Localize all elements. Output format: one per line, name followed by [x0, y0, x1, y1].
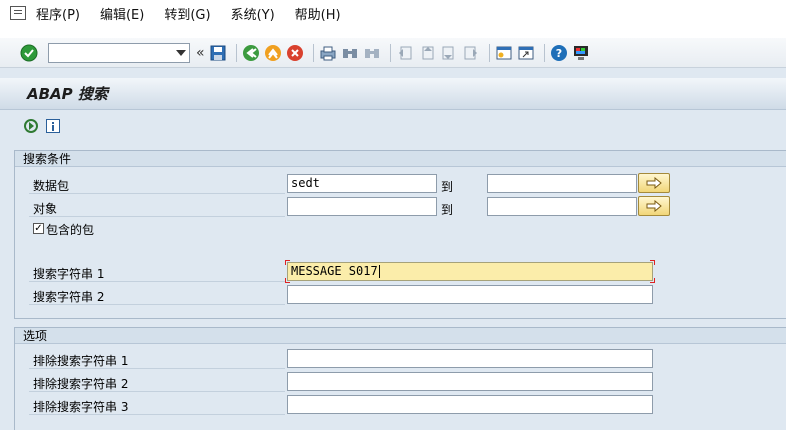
row-divider	[29, 193, 285, 194]
first-page-icon[interactable]	[396, 44, 414, 62]
toolbar-divider	[312, 43, 314, 62]
search-string-2-field[interactable]	[287, 285, 653, 304]
object-from-field[interactable]	[287, 197, 437, 216]
toolbar-divider	[389, 43, 391, 62]
print-icon[interactable]	[319, 44, 337, 62]
shortcut-icon[interactable]	[517, 44, 535, 62]
focus-corner	[650, 260, 655, 265]
exclude-string-2-field[interactable]	[287, 372, 653, 391]
search-string-1-value: MESSAGE S017	[291, 264, 378, 278]
new-session-icon[interactable]	[495, 44, 513, 62]
focus-corner	[285, 278, 290, 283]
include-subpackages-checkbox[interactable]: ✓	[33, 223, 44, 234]
cancel-icon[interactable]	[286, 44, 304, 62]
exit-icon[interactable]	[264, 44, 282, 62]
row-divider	[29, 391, 285, 392]
application-toolbar	[0, 112, 786, 140]
find-icon[interactable]	[341, 44, 359, 62]
collapse-chevron-icon[interactable]: «	[196, 45, 205, 61]
package-to-field[interactable]	[487, 174, 637, 193]
options-heading: 选项	[15, 328, 786, 344]
last-page-icon[interactable]	[462, 44, 480, 62]
exclude-string-1-field[interactable]	[287, 349, 653, 368]
find-next-icon[interactable]	[363, 44, 381, 62]
multiple-selection-button[interactable]	[638, 196, 670, 216]
search-string-2-label: 搜索字符串 2	[33, 290, 105, 304]
row-divider	[29, 304, 285, 305]
enter-icon[interactable]	[20, 44, 38, 62]
multiple-selection-button[interactable]	[638, 173, 670, 193]
toolbar-divider	[235, 43, 237, 62]
back-icon[interactable]	[242, 44, 260, 62]
text-cursor	[378, 265, 380, 278]
package-to-label: 到	[441, 180, 454, 194]
row-divider	[29, 216, 285, 217]
menu-help[interactable]: 帮助(H)	[295, 4, 341, 23]
arrow-right-icon	[646, 177, 662, 189]
object-to-label: 到	[441, 203, 454, 217]
focus-corner	[285, 260, 290, 265]
next-page-icon[interactable]	[440, 44, 458, 62]
search-criteria-heading: 搜索条件	[15, 151, 786, 167]
menu-program[interactable]: 程序(P)	[36, 4, 80, 23]
info-icon[interactable]	[44, 117, 62, 135]
svg-text:?: ?	[555, 47, 561, 60]
search-string-1-label: 搜索字符串 1	[33, 267, 105, 281]
object-to-field[interactable]	[487, 197, 637, 216]
row-divider	[29, 368, 285, 369]
exclude-string-1-label: 排除搜索字符串 1	[33, 354, 129, 368]
standard-toolbar: « ?	[0, 38, 786, 68]
object-label: 对象	[33, 202, 58, 216]
menu-bar: 程序(P) 编辑(E) 转到(G) 系统(Y) 帮助(H)	[0, 0, 786, 38]
focus-corner	[650, 278, 655, 283]
chevron-down-icon[interactable]	[176, 49, 186, 56]
exclude-string-2-label: 排除搜索字符串 2	[33, 377, 129, 391]
exclude-string-3-label: 排除搜索字符串 3	[33, 400, 129, 414]
exclude-string-3-field[interactable]	[287, 395, 653, 414]
toolbar-divider	[488, 43, 490, 62]
save-icon[interactable]	[209, 44, 227, 62]
help-icon[interactable]: ?	[550, 44, 568, 62]
row-divider	[29, 281, 285, 282]
menu-edit[interactable]: 编辑(E)	[100, 4, 144, 23]
execute-icon[interactable]	[22, 117, 40, 135]
screen-title-bar: ABAP 搜索	[0, 78, 786, 110]
options-group: 选项 排除搜索字符串 1 排除搜索字符串 2 排除搜索字符串 3	[14, 327, 786, 430]
menu-icon[interactable]	[10, 6, 26, 20]
page-title: ABAP 搜索	[27, 85, 108, 103]
menu-system[interactable]: 系统(Y)	[231, 4, 275, 23]
include-subpackages-label: 包含的包	[46, 223, 95, 237]
search-string-1-field[interactable]: MESSAGE S017	[287, 262, 653, 281]
row-divider	[29, 414, 285, 415]
package-label: 数据包	[33, 179, 70, 193]
menu-goto[interactable]: 转到(G)	[164, 4, 210, 23]
command-field[interactable]	[48, 42, 190, 63]
search-criteria-group: 搜索条件 数据包 sedt 到 对象 到 ✓ 包含的包 搜索字符串 1 MESS…	[14, 150, 786, 319]
toolbar-divider	[543, 43, 545, 62]
previous-page-icon[interactable]	[418, 44, 436, 62]
customize-layout-icon[interactable]	[572, 44, 590, 62]
arrow-right-icon	[646, 200, 662, 212]
package-from-field[interactable]: sedt	[287, 174, 437, 193]
